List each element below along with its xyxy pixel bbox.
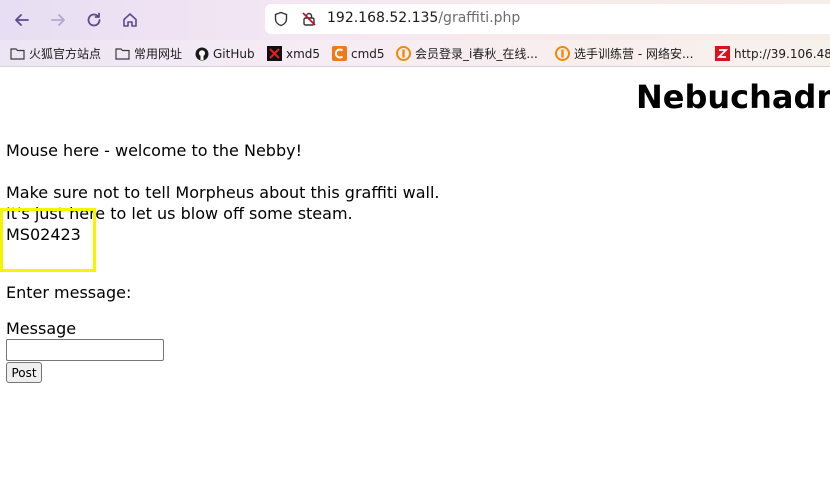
shield-icon[interactable] [273,11,289,27]
bookmark-ichunqiu-training[interactable]: 选手训练营 - 网络安... [555,44,693,63]
bookmark-label: http://39.106.48... [734,46,830,61]
graffiti-line: MS02423 [6,225,81,244]
bookmark-folder-common[interactable]: 常用网址 [115,44,182,63]
xmd5-icon [267,46,282,61]
folder-icon [115,46,130,61]
bookmark-label: 会员登录_i春秋_在线... [415,47,538,61]
url-host: 192.168.52.135 [327,10,439,26]
bookmark-label: GitHub [213,46,255,61]
bookmark-label: xmd5 [286,46,321,61]
ichunqiu-icon [396,46,411,61]
bookmark-cmd5[interactable]: cmd5 [332,44,385,63]
graffiti-line: Make sure not to tell Morpheus about thi… [6,183,440,202]
forward-arrow-icon [51,14,65,26]
welcome-text: Mouse here - welcome to the Nebby! [6,141,302,160]
z-icon [715,46,730,61]
bookmark-label: 火狐官方站点 [29,47,102,61]
enter-message-text: Enter message: [6,283,132,302]
insecure-lock-icon[interactable] [301,11,317,27]
home-button[interactable] [116,6,144,34]
browser-toolbar: 192.168.52.135/graffiti.php [0,0,830,40]
bookmark-github[interactable]: GitHub [194,44,255,63]
ichunqiu-icon [555,46,570,61]
bookmark-label: 选手训练营 - 网络安... [574,47,694,61]
bookmark-xmd5[interactable]: xmd5 [267,44,320,63]
bookmark-label: cmd5 [351,46,385,61]
back-arrow-icon [15,14,29,26]
folder-icon [10,46,25,61]
bookmarks-bar: 火狐官方站点 常用网址 GitHub xmd5 cmd5 会员登录_i春秋_在线… [0,40,830,67]
bookmark-ichunqiu-login[interactable]: 会员登录_i春秋_在线... [396,44,538,63]
forward-button[interactable] [44,6,72,34]
bookmark-folder-firefox[interactable]: 火狐官方站点 [10,44,101,63]
url-bar[interactable]: 192.168.52.135/graffiti.php [265,4,830,34]
cmd5-icon [332,46,347,61]
message-input[interactable] [6,339,164,361]
page-content: Nebuchadne Mouse here - welcome to the N… [0,68,830,484]
message-label: Message [6,319,77,338]
reload-button[interactable] [80,6,108,34]
url-path: /graffiti.php [438,10,521,26]
bookmark-ip-link[interactable]: http://39.106.48... [715,44,830,63]
bookmark-label: 常用网址 [134,47,183,61]
post-button[interactable]: Post [6,362,42,383]
graffiti-line: It's just here to let us blow off some s… [6,204,353,223]
url-text[interactable]: 192.168.52.135/graffiti.php [327,10,520,26]
back-button[interactable] [8,6,36,34]
github-icon [194,46,209,61]
page-title: Nebuchadne [636,78,830,116]
home-icon [123,13,137,27]
reload-icon [87,12,101,27]
